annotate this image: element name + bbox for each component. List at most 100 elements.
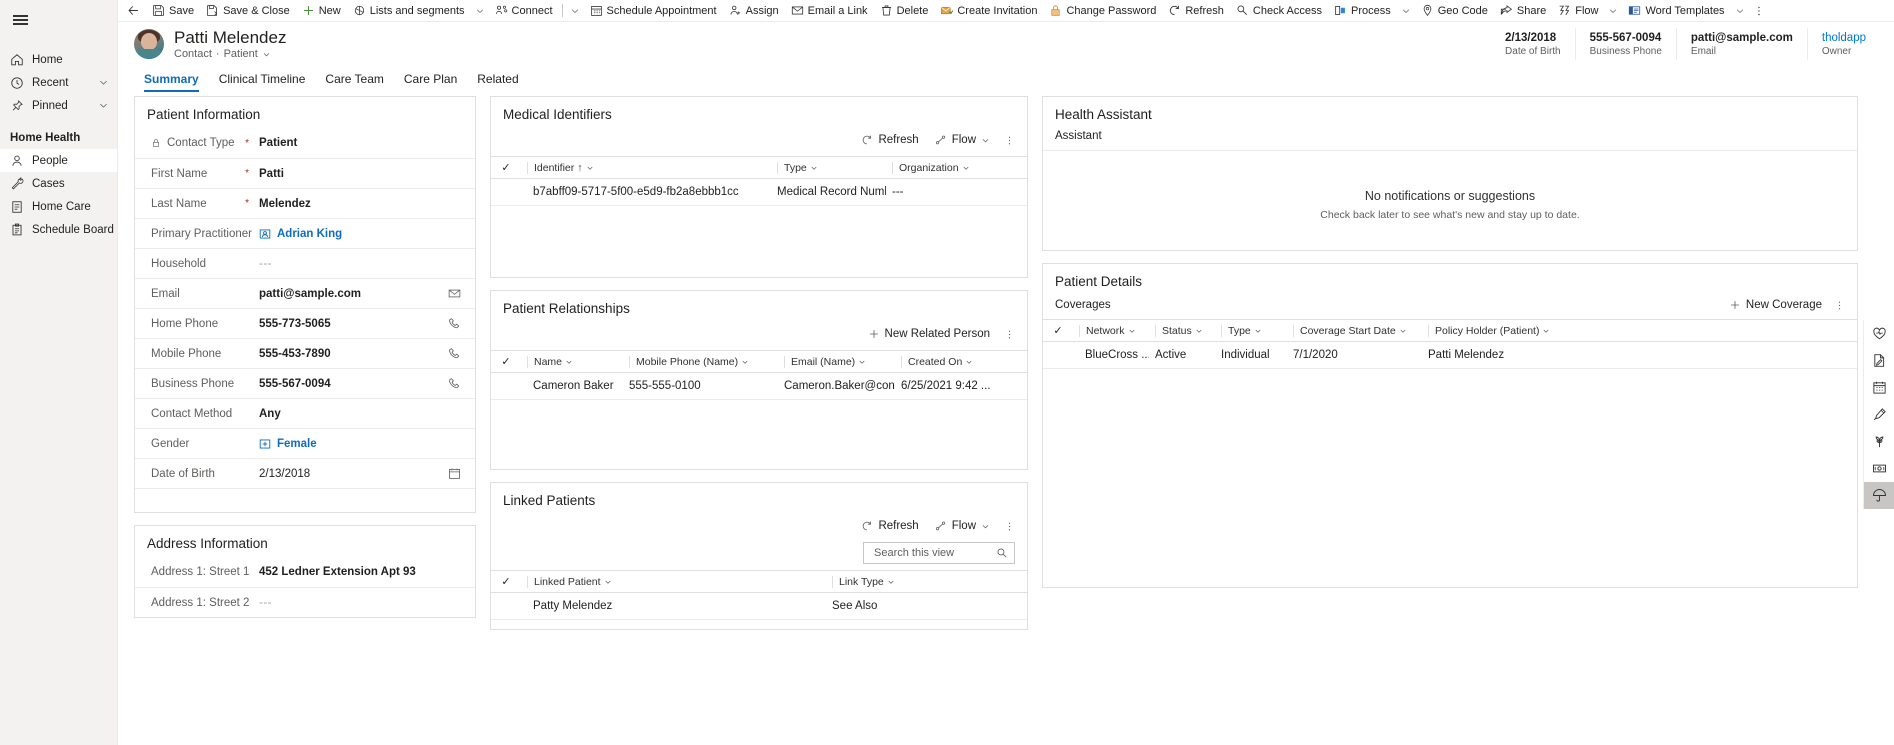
flow-button[interactable]: Flow <box>928 517 997 535</box>
phone-icon[interactable] <box>445 317 463 330</box>
field-value[interactable]: 555-567-0094 <box>259 378 445 390</box>
column-header-policy-holder[interactable]: Policy Holder (Patient) <box>1422 319 1857 342</box>
sidebar-item-schedule-board[interactable]: Schedule Board <box>0 218 117 241</box>
column-header-mobile-phone[interactable]: Mobile Phone (Name) <box>623 350 778 373</box>
connect-button[interactable]: Connect <box>489 0 559 21</box>
field-value[interactable]: Adrian King <box>259 228 445 240</box>
cell-type[interactable]: Individual <box>1215 341 1287 369</box>
chevron-down-icon[interactable] <box>1128 327 1136 335</box>
field-value[interactable]: 555-453-7890 <box>259 348 445 360</box>
tab-clinical-timeline[interactable]: Clinical Timeline <box>209 72 316 92</box>
column-header-identifier[interactable]: Identifier ↑ <box>521 156 771 179</box>
breadcrumb-record-type[interactable]: Patient <box>224 48 258 61</box>
tab-related[interactable]: Related <box>467 72 528 92</box>
change-password-button[interactable]: Change Password <box>1043 0 1162 21</box>
select-all-header[interactable]: ✓ <box>491 350 521 373</box>
cell-link-type[interactable]: See Also <box>826 592 1027 620</box>
field-contact-type[interactable]: Contact Type * Patient <box>135 128 475 158</box>
cell-linked-patient[interactable]: Patty Melendez <box>521 592 826 620</box>
chevron-down-icon[interactable] <box>565 358 573 366</box>
field-business-phone[interactable]: Business Phone 555-567-0094 <box>135 368 475 398</box>
chevron-down-icon[interactable] <box>741 358 749 366</box>
flow-button[interactable]: Flow <box>1552 0 1604 21</box>
refresh-button[interactable]: Refresh <box>1162 0 1230 21</box>
row-checkbox[interactable] <box>491 592 521 620</box>
sitemap-hamburger-icon[interactable] <box>0 4 40 36</box>
allergy-icon[interactable] <box>1864 428 1894 455</box>
new-related-person-button[interactable]: New Related Person <box>861 325 997 343</box>
chevron-down-icon[interactable] <box>262 50 271 59</box>
refresh-button[interactable]: Refresh <box>854 131 925 149</box>
column-header-link-type[interactable]: Link Type <box>826 570 1027 593</box>
check-access-button[interactable]: Check Access <box>1230 0 1328 21</box>
row-checkbox[interactable] <box>1043 341 1073 369</box>
cell-policy-holder[interactable]: Patti Melendez <box>1422 341 1857 369</box>
chevron-down-icon[interactable] <box>858 358 866 366</box>
field-value[interactable]: 2/13/2018 <box>259 468 445 480</box>
chevron-down-icon[interactable] <box>98 77 109 88</box>
process-caret[interactable] <box>1397 0 1415 21</box>
syringe-icon[interactable] <box>1864 401 1894 428</box>
schedule-appointment-button[interactable]: Schedule Appointment <box>584 0 723 21</box>
linked-patients-overflow-icon[interactable] <box>999 516 1019 536</box>
process-button[interactable]: Process <box>1328 0 1397 21</box>
field-address-street-2[interactable]: Address 1: Street 2 --- <box>135 587 475 617</box>
new-button[interactable]: New <box>296 0 347 21</box>
command-bar-overflow-icon[interactable] <box>1749 0 1769 21</box>
assign-button[interactable]: Assign <box>723 0 785 21</box>
email-icon[interactable] <box>445 287 463 300</box>
flow-caret[interactable] <box>1604 0 1622 21</box>
field-value[interactable]: --- <box>259 597 463 609</box>
field-contact-method[interactable]: Contact Method Any <box>135 398 475 428</box>
field-value[interactable]: Any <box>259 408 445 420</box>
coverages-overflow-icon[interactable] <box>1829 295 1849 315</box>
column-header-coverage-start-date[interactable]: Coverage Start Date <box>1287 319 1422 342</box>
column-header-type[interactable]: Type <box>1215 319 1287 342</box>
heart-health-icon[interactable] <box>1864 320 1894 347</box>
field-email[interactable]: Email patti@sample.com <box>135 278 475 308</box>
search-input[interactable] <box>872 546 992 560</box>
column-header-email[interactable]: Email (Name) <box>778 350 895 373</box>
chevron-down-icon[interactable] <box>887 578 895 586</box>
field-home-phone[interactable]: Home Phone 555-773-5065 <box>135 308 475 338</box>
field-gender[interactable]: Gender Female <box>135 428 475 458</box>
tab-care-team[interactable]: Care Team <box>315 72 393 92</box>
column-header-status[interactable]: Status <box>1149 319 1215 342</box>
sidebar-item-pinned[interactable]: Pinned <box>0 94 117 117</box>
umbrella-coverage-icon[interactable] <box>1864 482 1894 509</box>
cell-name[interactable]: Cameron Baker <box>521 372 623 400</box>
chevron-down-icon[interactable] <box>604 578 612 586</box>
sidebar-item-home[interactable]: Home <box>0 48 117 71</box>
medical-identifiers-overflow-icon[interactable] <box>999 130 1019 150</box>
back-button[interactable] <box>120 0 146 21</box>
table-row[interactable]: Patty Melendez See Also <box>491 592 1027 620</box>
chevron-down-icon[interactable] <box>1254 327 1262 335</box>
column-header-name[interactable]: Name <box>521 350 623 373</box>
payment-icon[interactable] <box>1864 455 1894 482</box>
chevron-down-icon[interactable] <box>962 164 970 172</box>
patient-relationships-overflow-icon[interactable] <box>999 324 1019 344</box>
create-invitation-button[interactable]: Create Invitation <box>934 0 1043 21</box>
assistant-tab[interactable]: Assistant <box>1043 128 1857 151</box>
refresh-button[interactable]: Refresh <box>854 517 925 535</box>
tab-care-plan[interactable]: Care Plan <box>394 72 467 92</box>
field-value[interactable]: Melendez <box>259 198 445 210</box>
phone-icon[interactable] <box>445 347 463 360</box>
search-input-wrapper[interactable] <box>863 542 1015 564</box>
field-value[interactable]: --- <box>259 258 445 270</box>
calendar-icon[interactable] <box>1864 374 1894 401</box>
lists-and-segments-button[interactable]: Lists and segments <box>347 0 471 21</box>
chevron-down-icon[interactable] <box>1399 327 1407 335</box>
email-a-link-button[interactable]: Email a Link <box>785 0 874 21</box>
new-coverage-button[interactable]: New Coverage <box>1722 296 1829 314</box>
phone-icon[interactable] <box>445 377 463 390</box>
sidebar-item-recent[interactable]: Recent <box>0 71 117 94</box>
tab-summary[interactable]: Summary <box>134 72 209 92</box>
chevron-down-icon[interactable] <box>1195 327 1203 335</box>
lists-and-segments-caret[interactable] <box>471 0 489 21</box>
search-icon[interactable] <box>996 547 1008 559</box>
table-row[interactable]: BlueCross ... Active Individual 7/1/2020… <box>1043 341 1857 369</box>
field-value[interactable]: Female <box>259 438 445 450</box>
field-primary-practitioner[interactable]: Primary Practitioner Adrian King <box>135 218 475 248</box>
calendar-icon[interactable] <box>445 467 463 480</box>
